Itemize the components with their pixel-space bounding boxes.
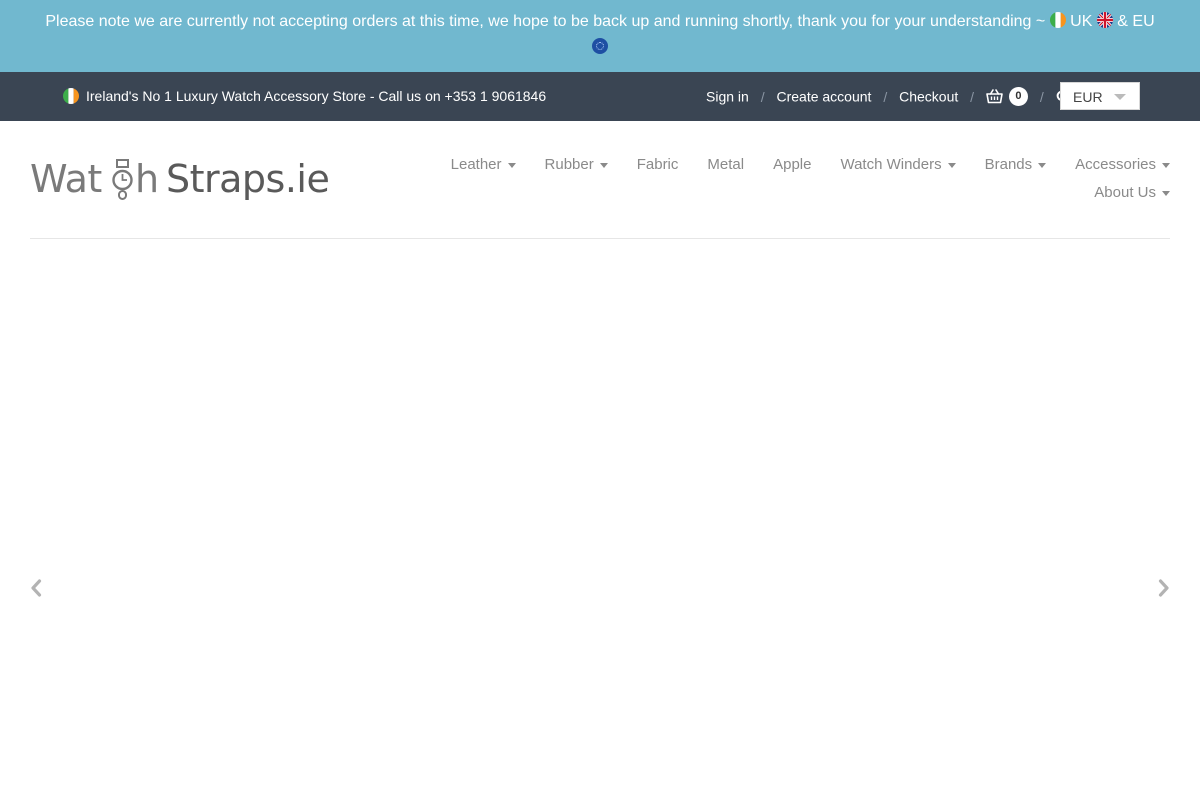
logo-watch-part: Wat xyxy=(30,157,102,201)
create-account-link[interactable]: Create account xyxy=(776,89,871,105)
chevron-left-icon xyxy=(31,579,42,597)
caret-down-icon xyxy=(1162,190,1170,196)
nav-item-label: Leather xyxy=(450,156,502,173)
cart-button[interactable]: 0 xyxy=(986,87,1028,106)
nav-item-label: Accessories xyxy=(1075,156,1156,173)
tagline-text: Ireland's No 1 Luxury Watch Accessory St… xyxy=(86,88,547,104)
main-nav: Leather Rubber Fabric Metal Apple Watch Winde… xyxy=(451,156,1170,174)
nav-item-metal[interactable]: Metal xyxy=(707,156,744,174)
store-tagline: Ireland's No 1 Luxury Watch Accessory St… xyxy=(63,87,546,108)
nav-item-label: About Us xyxy=(1094,184,1156,201)
logo-graphic: Wat h Straps.ie xyxy=(30,157,330,201)
site-logo[interactable]: Wat h Straps.ie xyxy=(30,153,372,210)
caret-down-icon xyxy=(1038,162,1047,168)
separator: / xyxy=(970,88,975,105)
ireland-flag-icon xyxy=(63,88,79,108)
chevron-right-icon xyxy=(1158,579,1169,597)
nav-item-label: Rubber xyxy=(544,156,594,173)
separator: / xyxy=(760,88,765,105)
caret-down-icon xyxy=(507,162,516,168)
slider-next-button[interactable] xyxy=(1157,578,1171,598)
announcement-uk: UK xyxy=(1070,13,1093,30)
header-divider xyxy=(30,238,1170,239)
nav-item-accessories[interactable]: Accessories xyxy=(1075,156,1170,174)
account-links: Sign in / Create account / Checkout / 0 … xyxy=(706,87,1070,106)
caret-down-icon xyxy=(947,162,956,168)
caret-down-icon xyxy=(599,162,608,168)
top-utility-bar: Ireland's No 1 Luxury Watch Accessory St… xyxy=(0,72,1200,121)
checkout-link[interactable]: Checkout xyxy=(899,89,958,105)
nav-item-label: Fabric xyxy=(636,156,679,173)
nav-item-brands[interactable]: Brands xyxy=(985,156,1047,174)
separator: / xyxy=(883,88,888,105)
basket-icon xyxy=(986,88,1003,106)
chevron-down-icon xyxy=(1114,94,1126,100)
currency-value: EUR xyxy=(1073,89,1103,105)
cart-count-badge: 0 xyxy=(1008,87,1028,106)
nav-item-apple[interactable]: Apple xyxy=(773,156,811,174)
watch-icon xyxy=(112,159,133,200)
slider-prev-button[interactable] xyxy=(29,578,43,598)
nav-item-label: Apple xyxy=(773,156,812,173)
separator: / xyxy=(1039,88,1044,105)
nav-item-label: Brands xyxy=(984,156,1033,173)
ireland-flag-icon xyxy=(1049,12,1066,34)
sign-in-link[interactable]: Sign in xyxy=(706,89,749,105)
nav-item-fabric[interactable]: Fabric xyxy=(637,156,679,174)
logo-straps-part: Straps.ie xyxy=(166,157,329,201)
uk-flag-icon xyxy=(1096,12,1113,34)
nav-item-label: Metal xyxy=(707,156,745,173)
caret-down-icon xyxy=(1162,162,1170,168)
currency-select[interactable]: EUR xyxy=(1060,82,1140,110)
nav-item-watch-winders[interactable]: Watch Winders xyxy=(840,156,956,174)
announcement-eu: & EU xyxy=(1117,13,1155,30)
nav-item-label: Watch Winders xyxy=(840,156,942,173)
main-nav-row-2: About Us xyxy=(1094,184,1170,202)
announcement-line: Please note we are currently not accepti… xyxy=(0,12,1200,34)
nav-item-about-us[interactable]: About Us xyxy=(1094,184,1170,202)
banner-indicator-dot[interactable] xyxy=(592,38,608,54)
announcement-text: Please note we are currently not accepti… xyxy=(45,13,1046,30)
logo-h-part: h xyxy=(135,157,159,201)
nav-item-leather[interactable]: Leather xyxy=(451,156,516,174)
nav-item-rubber[interactable]: Rubber xyxy=(545,156,608,174)
announcement-banner: Please note we are currently not accepti… xyxy=(0,0,1200,72)
